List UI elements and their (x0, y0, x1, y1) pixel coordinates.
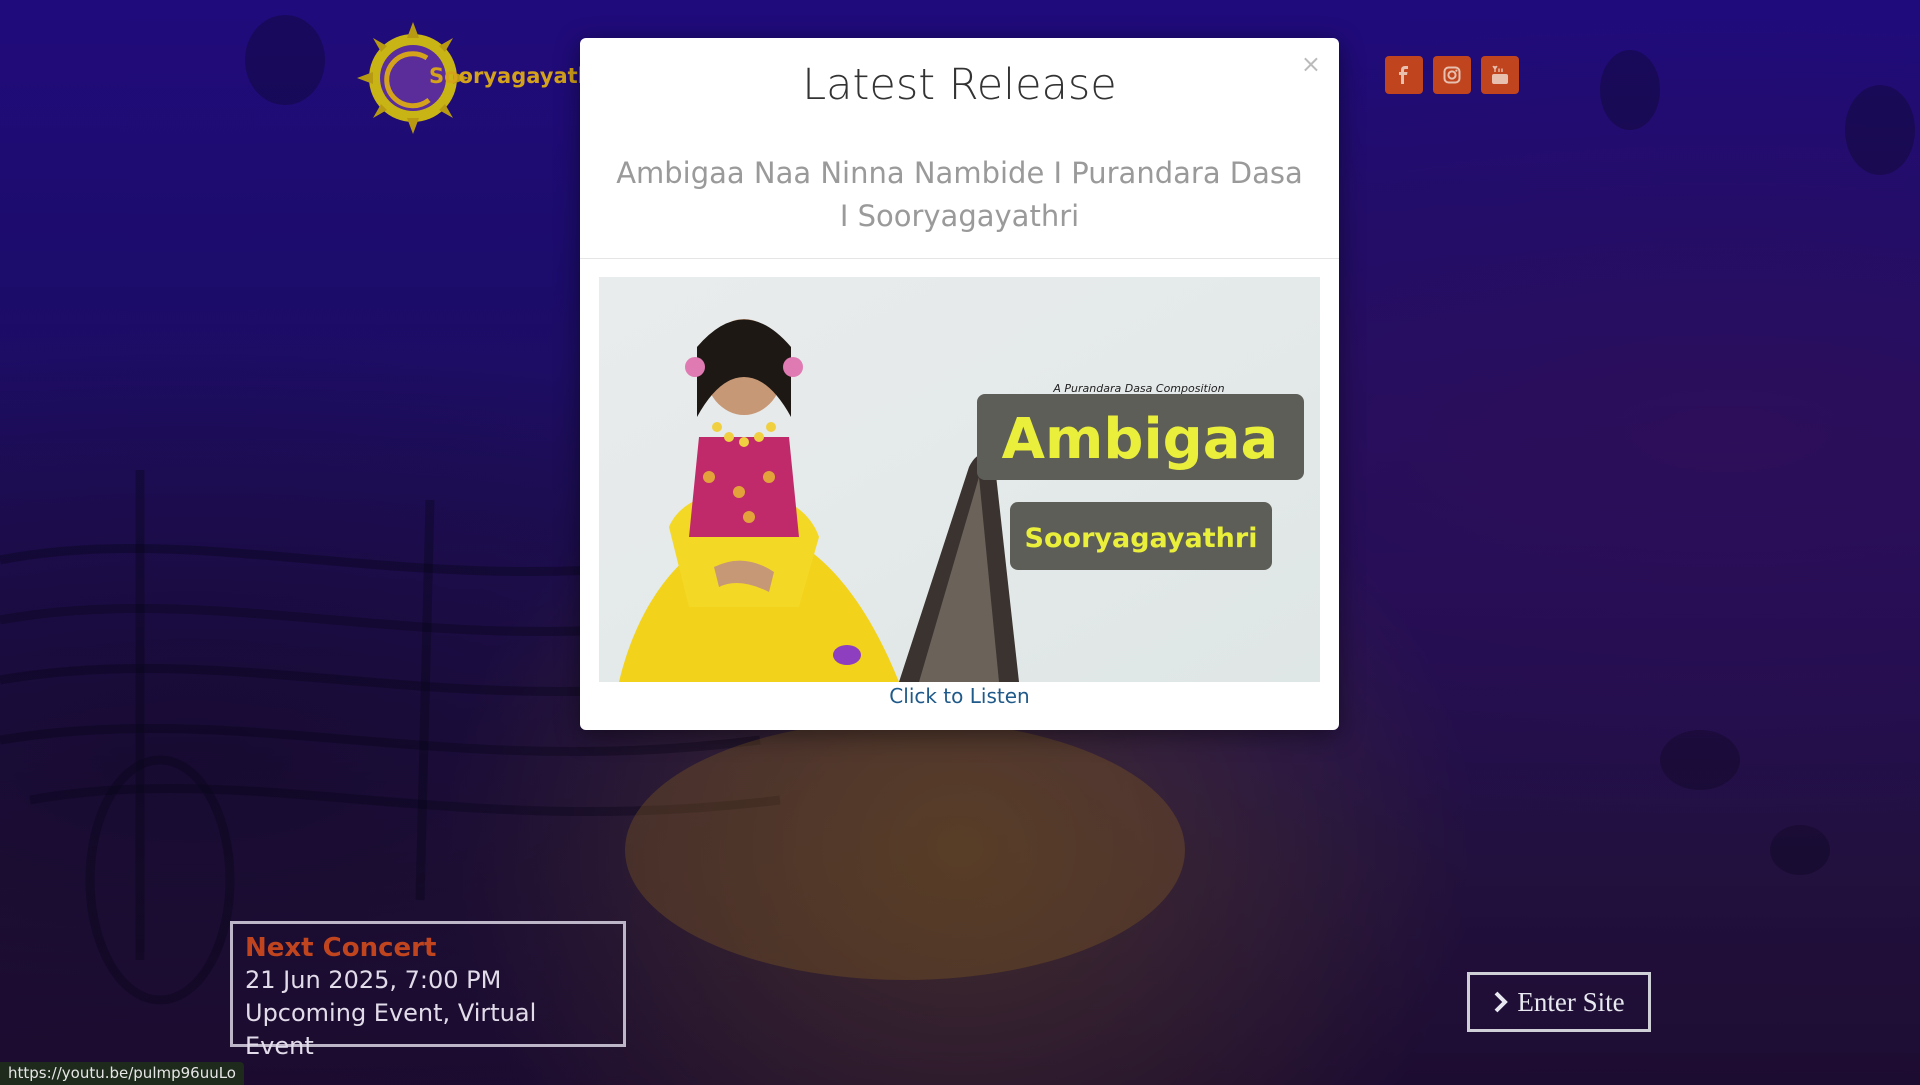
modal-title: Latest Release (802, 60, 1117, 110)
next-concert-box[interactable]: Next Concert 21 Jun 2025, 7:00 PM Upcomi… (230, 921, 626, 1060)
thumbnail-title: Ambigaa (1002, 407, 1279, 472)
social-links (1385, 56, 1519, 94)
enter-site-label: Enter Site (1517, 986, 1625, 1017)
concert-type: Upcoming Event, Virtual Event (245, 999, 537, 1060)
status-bar-url: https://youtu.be/pulmp96uuLo (0, 1062, 244, 1085)
video-thumbnail: A Purandara Dasa Composition Ambigaa Soo… (599, 277, 1320, 682)
latest-release-modal: × Latest Release Ambigaa Naa Ninna Nambi… (580, 38, 1339, 730)
site-logo[interactable]: Sooryagayathri (357, 22, 610, 134)
chevron-right-icon (1494, 991, 1509, 1013)
modal-header: × Latest Release Ambigaa Naa Ninna Nambi… (580, 38, 1339, 259)
next-concert-heading: Next Concert (245, 933, 437, 963)
instagram-icon (1443, 66, 1461, 84)
video-thumbnail-link[interactable]: A Purandara Dasa Composition Ambigaa Soo… (599, 277, 1320, 682)
modal-subtitle: Ambigaa Naa Ninna Nambide I Purandara Da… (616, 156, 1303, 233)
thumbnail-tagline: A Purandara Dasa Composition (1052, 382, 1224, 395)
thumbnail-artist: Sooryagayathri (1025, 523, 1258, 554)
youtube-icon (1492, 65, 1508, 84)
concert-date: 21 Jun 2025, 7:00 PM (245, 966, 502, 994)
youtube-button[interactable] (1481, 56, 1519, 94)
instagram-button[interactable] (1433, 56, 1471, 94)
facebook-icon (1399, 66, 1408, 84)
facebook-button[interactable] (1385, 56, 1423, 94)
click-to-listen-link[interactable]: Click to Listen (580, 684, 1339, 708)
enter-site-button[interactable]: Enter Site (1467, 972, 1651, 1032)
